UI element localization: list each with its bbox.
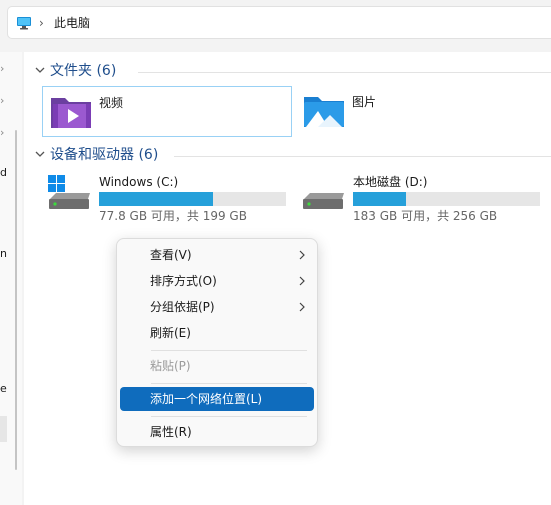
submenu-arrow-icon	[299, 276, 305, 286]
group-header-folders[interactable]: 文件夹 (6)	[34, 62, 551, 82]
nav-expand-chevron-icon[interactable]: ›	[0, 95, 4, 106]
menu-separator	[151, 383, 307, 384]
menu-item-label: 添加一个网络位置(L)	[150, 392, 263, 406]
group-divider	[174, 156, 551, 157]
drive-name: Windows (C:)	[99, 175, 179, 189]
collapse-chevron-icon[interactable]	[34, 148, 46, 160]
drive-usage-bar	[353, 192, 540, 206]
drive-free-space: 77.8 GB 可用，共 199 GB	[99, 209, 247, 223]
nav-expand-chevron-icon[interactable]: ›	[0, 127, 4, 138]
menu-item-group-by[interactable]: 分组依据(P)	[120, 295, 314, 319]
pictures-folder-icon	[304, 97, 344, 127]
menu-item-refresh[interactable]: 刷新(E)	[120, 321, 314, 345]
this-pc-icon	[17, 17, 31, 30]
menu-item-label: 查看(V)	[150, 248, 192, 262]
menu-item-sort-by[interactable]: 排序方式(O)	[120, 269, 314, 293]
breadcrumb-this-pc[interactable]: 此电脑	[54, 15, 90, 31]
file-explorer-window: › 此电脑 › › › d n e 文件夹 (6) 视频 图片 设备和驱动器 (…	[0, 0, 551, 505]
menu-item-label: 粘贴(P)	[150, 359, 191, 373]
menu-item-label: 刷新(E)	[150, 326, 191, 340]
menu-item-label: 属性(R)	[150, 425, 192, 439]
menu-item-view[interactable]: 查看(V)	[120, 243, 314, 267]
folder-videos[interactable]: 视频	[42, 86, 292, 137]
nav-item-label[interactable]: d	[0, 167, 8, 179]
folder-pictures[interactable]: 图片	[296, 86, 546, 136]
group-header-drives[interactable]: 设备和驱动器 (6)	[34, 146, 551, 166]
menu-separator	[151, 350, 307, 351]
menu-item-label: 分组依据(P)	[150, 300, 215, 314]
folder-label: 视频	[99, 96, 124, 110]
nav-selected-item[interactable]	[0, 416, 7, 442]
group-divider	[138, 72, 551, 73]
drive-usage-fill	[353, 192, 407, 206]
drive-usage-fill	[99, 192, 213, 206]
nav-scrollbar[interactable]	[15, 130, 17, 470]
navigation-pane: › › › d n e	[0, 52, 22, 505]
collapse-chevron-icon[interactable]	[34, 64, 46, 76]
nav-item-label[interactable]: n	[0, 248, 8, 260]
menu-separator	[151, 416, 307, 417]
videos-folder-icon	[51, 98, 91, 128]
nav-expand-chevron-icon[interactable]: ›	[0, 63, 4, 74]
menu-item-paste: 粘贴(P)	[120, 354, 314, 378]
group-title: 文件夹 (6)	[50, 63, 117, 79]
nav-item-label[interactable]: e	[0, 383, 8, 395]
submenu-arrow-icon	[299, 250, 305, 260]
submenu-arrow-icon	[299, 302, 305, 312]
context-menu: 查看(V) 排序方式(O) 分组依据(P) 刷新(E) 粘贴(P) 添加一个网络…	[116, 238, 318, 447]
drive-free-space: 183 GB 可用，共 256 GB	[353, 209, 498, 223]
local-drive-icon	[303, 193, 344, 209]
system-drive-icon	[48, 175, 90, 209]
folder-label: 图片	[352, 95, 377, 109]
menu-item-properties[interactable]: 属性(R)	[120, 420, 314, 444]
address-bar[interactable]: › 此电脑	[7, 6, 551, 39]
drive-name: 本地磁盘 (D:)	[353, 175, 428, 189]
drive-usage-bar	[99, 192, 286, 206]
group-title: 设备和驱动器 (6)	[50, 147, 159, 163]
drive-c[interactable]: Windows (C:) 77.8 GB 可用，共 199 GB	[48, 173, 288, 227]
menu-item-add-network-location[interactable]: 添加一个网络位置(L)	[120, 387, 314, 411]
drive-d[interactable]: 本地磁盘 (D:) 183 GB 可用，共 256 GB	[302, 173, 542, 227]
menu-item-label: 排序方式(O)	[150, 274, 217, 288]
breadcrumb-chevron[interactable]: ›	[39, 15, 44, 31]
